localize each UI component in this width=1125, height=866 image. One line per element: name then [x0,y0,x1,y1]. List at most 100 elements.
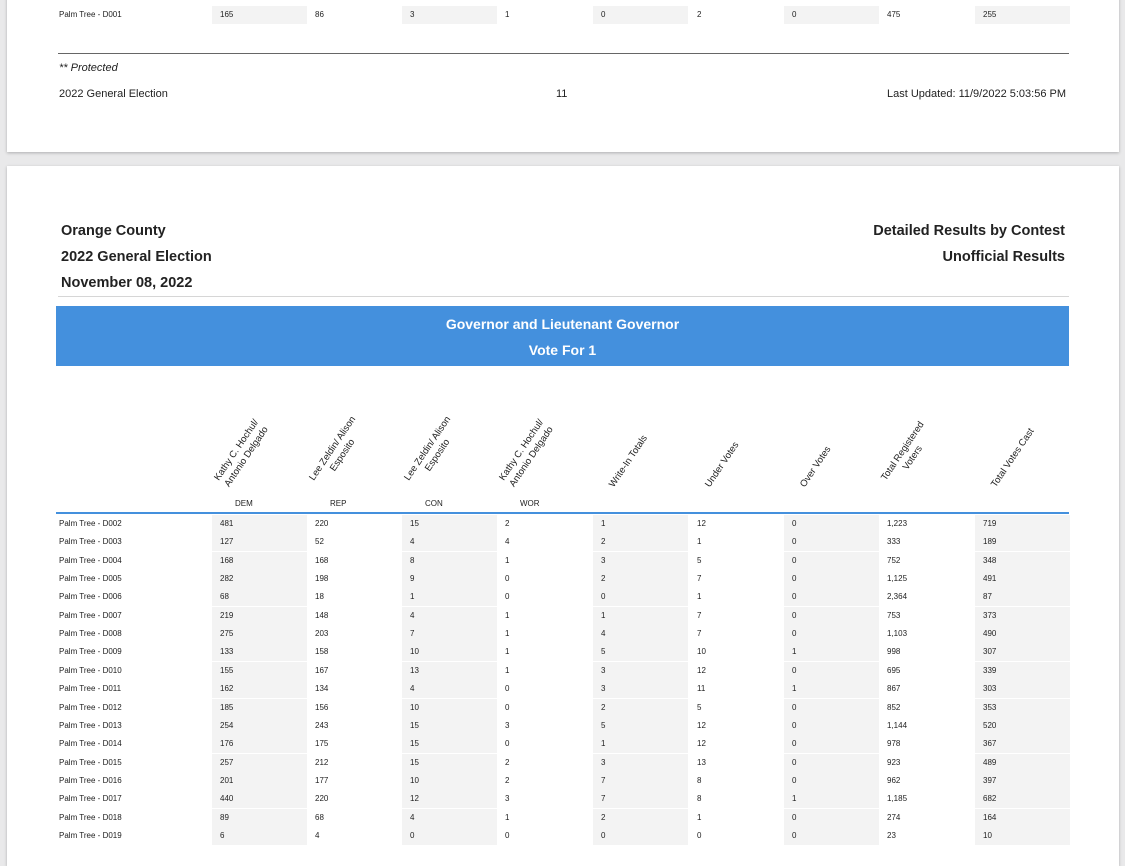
vote-count-cell: 397 [983,775,997,785]
vote-count-cell: 0 [792,757,797,767]
vote-count-cell: 10 [410,647,419,657]
vote-count-cell: 15 [410,720,419,730]
vote-count-cell: 5 [697,555,702,565]
vote-count-cell: 962 [887,775,901,785]
vote-count-cell: 0 [792,537,797,547]
footer-election-name: 2022 General Election [59,88,168,100]
vote-count-cell: 2 [505,757,510,767]
vote-count-cell: 52 [315,537,324,547]
vote-count-cell: 0 [410,830,415,840]
vote-count-cell: 491 [983,574,997,584]
table-row: Palm Tree - D007 219 148 4 1 1 7 0 753 373 [56,606,1070,625]
column-shading [593,661,688,680]
vote-count-cell: 1,103 [887,629,908,639]
vote-count-cell: 7 [697,610,702,620]
vote-count-cell: 1,144 [887,720,908,730]
column-shading [784,698,879,717]
table-row: Palm Tree - D005 282 198 9 0 2 7 0 1,125 491 [56,570,1070,589]
table-row: Palm Tree - D010 155 167 13 1 3 12 0 695 339 [56,661,1070,680]
column-shading [593,735,688,754]
vote-count-cell: 2 [601,537,606,547]
vote-count-cell: 164 [983,812,997,822]
vote-count-cell: 15 [410,519,419,528]
column-shading [784,661,879,680]
vote-count-cell: 168 [315,555,329,565]
column-shading [784,515,879,533]
vote-count-cell: 1 [697,537,702,547]
column-shading [784,735,879,754]
vote-count-cell: 3 [601,555,606,565]
vote-count-cell: 0 [505,574,510,584]
vote-count-cell: 86 [315,10,324,19]
report-page-previous: Palm Tree - D001 165 86 3 1 0 2 0 475 255 ** Prot… [7,0,1119,152]
vote-count-cell: 998 [887,647,901,657]
vote-count-cell: 0 [505,684,510,694]
vote-count-cell: 275 [220,629,234,639]
vote-count-cell: 254 [220,720,234,730]
vote-count-cell: 189 [983,537,997,547]
column-shading [593,826,688,845]
vote-count-cell: 255 [983,10,997,19]
column-header-line: Over Votes [798,444,834,490]
vote-count-cell: 1 [601,519,606,528]
contest-banner: Governor and Lieutenant Governor Vote Fo… [56,306,1069,366]
vote-count-cell: 1 [505,647,510,657]
vote-count-cell: 682 [983,794,997,804]
vote-count-cell: 15 [410,739,419,749]
vote-count-cell: 176 [220,739,234,749]
vote-count-cell: 0 [792,592,797,602]
vote-count-cell: 175 [315,739,329,749]
vote-count-cell: 0 [601,592,606,602]
column-shading [784,6,879,24]
column-shading [593,588,688,607]
party-label: DEM [235,499,253,508]
vote-count-cell: 203 [315,629,329,639]
vote-count-cell: 481 [220,519,234,528]
vote-count-cell: 4 [410,812,415,822]
precinct-name: Palm Tree - D016 [59,775,122,785]
vote-count-cell: 0 [792,720,797,730]
vote-count-cell: 440 [220,794,234,804]
vote-count-cell: 1 [505,665,510,675]
vote-count-cell: 87 [983,592,992,602]
column-shading [784,753,879,772]
vote-count-cell: 4 [315,830,320,840]
vote-count-cell: 0 [601,830,606,840]
vote-count-cell: 307 [983,647,997,657]
column-shading [784,643,879,662]
vote-count-cell: 348 [983,555,997,565]
column-shading [402,570,497,589]
vote-count-cell: 2 [505,775,510,785]
vote-count-cell: 4 [410,684,415,694]
vote-count-cell: 1 [505,812,510,822]
vote-count-cell: 0 [697,830,702,840]
vote-count-cell: 867 [887,684,901,694]
column-header-line: Total Votes Cast [989,426,1037,490]
table-row: Palm Tree - D006 68 18 1 0 0 1 0 2,364 87 [56,588,1070,607]
column-shading [402,606,497,625]
table-row: Palm Tree - D012 185 156 10 0 2 5 0 852 353 [56,698,1070,717]
column-shading [593,698,688,717]
vote-count-cell: 0 [505,739,510,749]
column-header-line: Under Votes [703,439,742,490]
column-header: Total Votes Cast [989,426,1037,490]
vote-count-cell: 7 [410,629,415,639]
vote-count-cell: 0 [505,702,510,712]
vote-count-cell: 752 [887,555,901,565]
vote-count-cell: 155 [220,665,234,675]
column-shading [784,808,879,827]
vote-count-cell: 3 [410,10,415,19]
vote-count-cell: 1 [792,647,797,657]
vote-count-cell: 10 [410,775,419,785]
column-header: Under Votes [703,440,742,490]
precinct-name: Palm Tree - D018 [59,812,122,822]
vote-count-cell: 852 [887,702,901,712]
vote-count-cell: 1 [697,812,702,822]
column-header: Lee Zeldin/ Alison Esposito [402,414,464,490]
column-shading [593,606,688,625]
vote-count-cell: 2 [697,10,702,19]
table-row: Palm Tree - D016 201 177 10 2 7 8 0 962 397 [56,771,1070,790]
header-divider [58,296,1069,297]
column-shading [593,533,688,552]
vote-count-cell: 1 [505,629,510,639]
